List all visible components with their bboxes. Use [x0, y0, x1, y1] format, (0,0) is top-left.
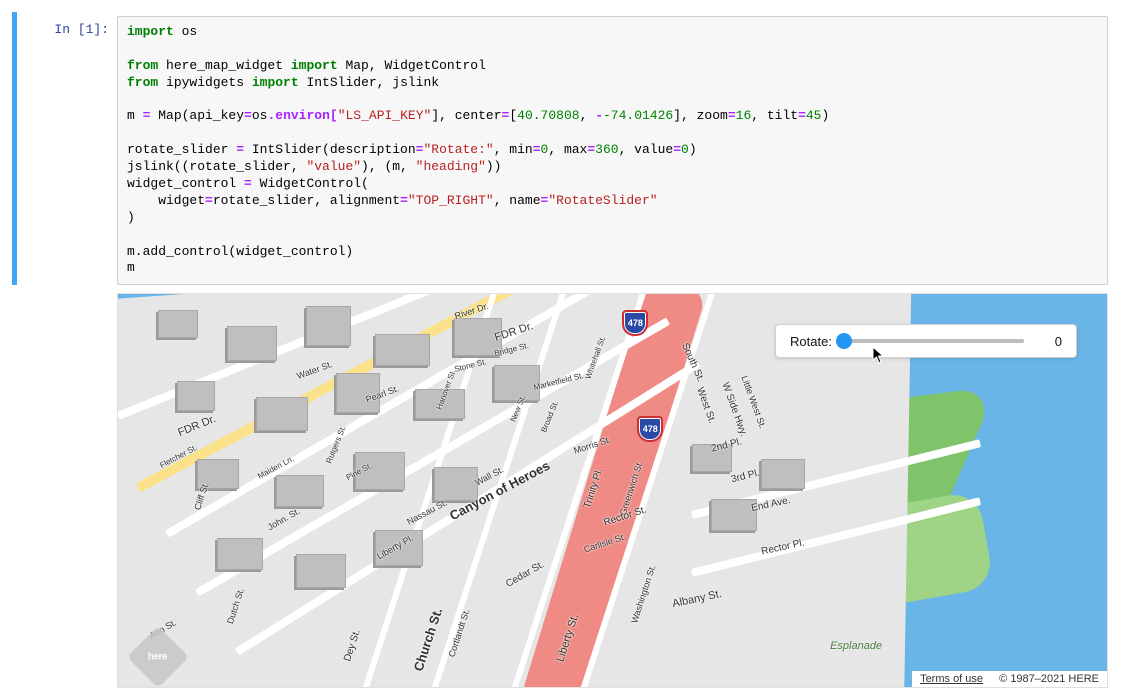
map-building — [306, 306, 351, 346]
map-building — [711, 499, 757, 531]
map-building — [494, 365, 540, 401]
notebook-code-cell: In [1]: import os from here_map_widget i… — [12, 12, 1108, 285]
output-prompt-spacer — [12, 293, 117, 688]
slider-value: 0 — [1032, 334, 1062, 349]
here-map-widget[interactable]: 478 478 Canyon of Heroes FDR Dr. FDR Dr.… — [117, 293, 1108, 688]
map-building — [296, 554, 346, 588]
map-attribution: Terms of use © 1987–2021 HERE — [912, 671, 1107, 687]
map-building — [256, 397, 308, 431]
code-editor[interactable]: import os from here_map_widget import Ma… — [117, 16, 1108, 285]
map-building — [692, 444, 732, 472]
map-building — [217, 538, 263, 570]
map-building — [158, 310, 198, 338]
interstate-shield-icon: 478 — [637, 416, 663, 442]
map-building — [355, 452, 405, 490]
map-building — [227, 326, 277, 361]
copyright-text: © 1987–2021 HERE — [999, 673, 1099, 685]
map-building — [336, 373, 380, 413]
input-prompt: In [1]: — [17, 16, 117, 37]
map-building — [276, 475, 324, 507]
park-label: Esplanade — [830, 640, 882, 652]
slider-label: Rotate: — [790, 334, 832, 349]
output-area-row: 478 478 Canyon of Heroes FDR Dr. FDR Dr.… — [12, 293, 1108, 688]
kw-import: import — [127, 24, 174, 39]
map-building — [434, 467, 478, 501]
terms-of-use-link[interactable]: Terms of use — [920, 673, 983, 685]
map-building — [761, 459, 805, 489]
map-building — [415, 389, 465, 419]
interstate-shield-icon: 478 — [622, 310, 648, 336]
map-building — [375, 530, 423, 566]
rotate-slider-control: Rotate: 0 — [775, 324, 1077, 358]
map-building — [375, 334, 430, 366]
slider-thumb[interactable] — [836, 333, 852, 349]
map-building — [177, 381, 215, 411]
map-building — [454, 318, 502, 356]
map-building — [197, 459, 239, 489]
rotate-slider[interactable] — [840, 339, 1024, 343]
